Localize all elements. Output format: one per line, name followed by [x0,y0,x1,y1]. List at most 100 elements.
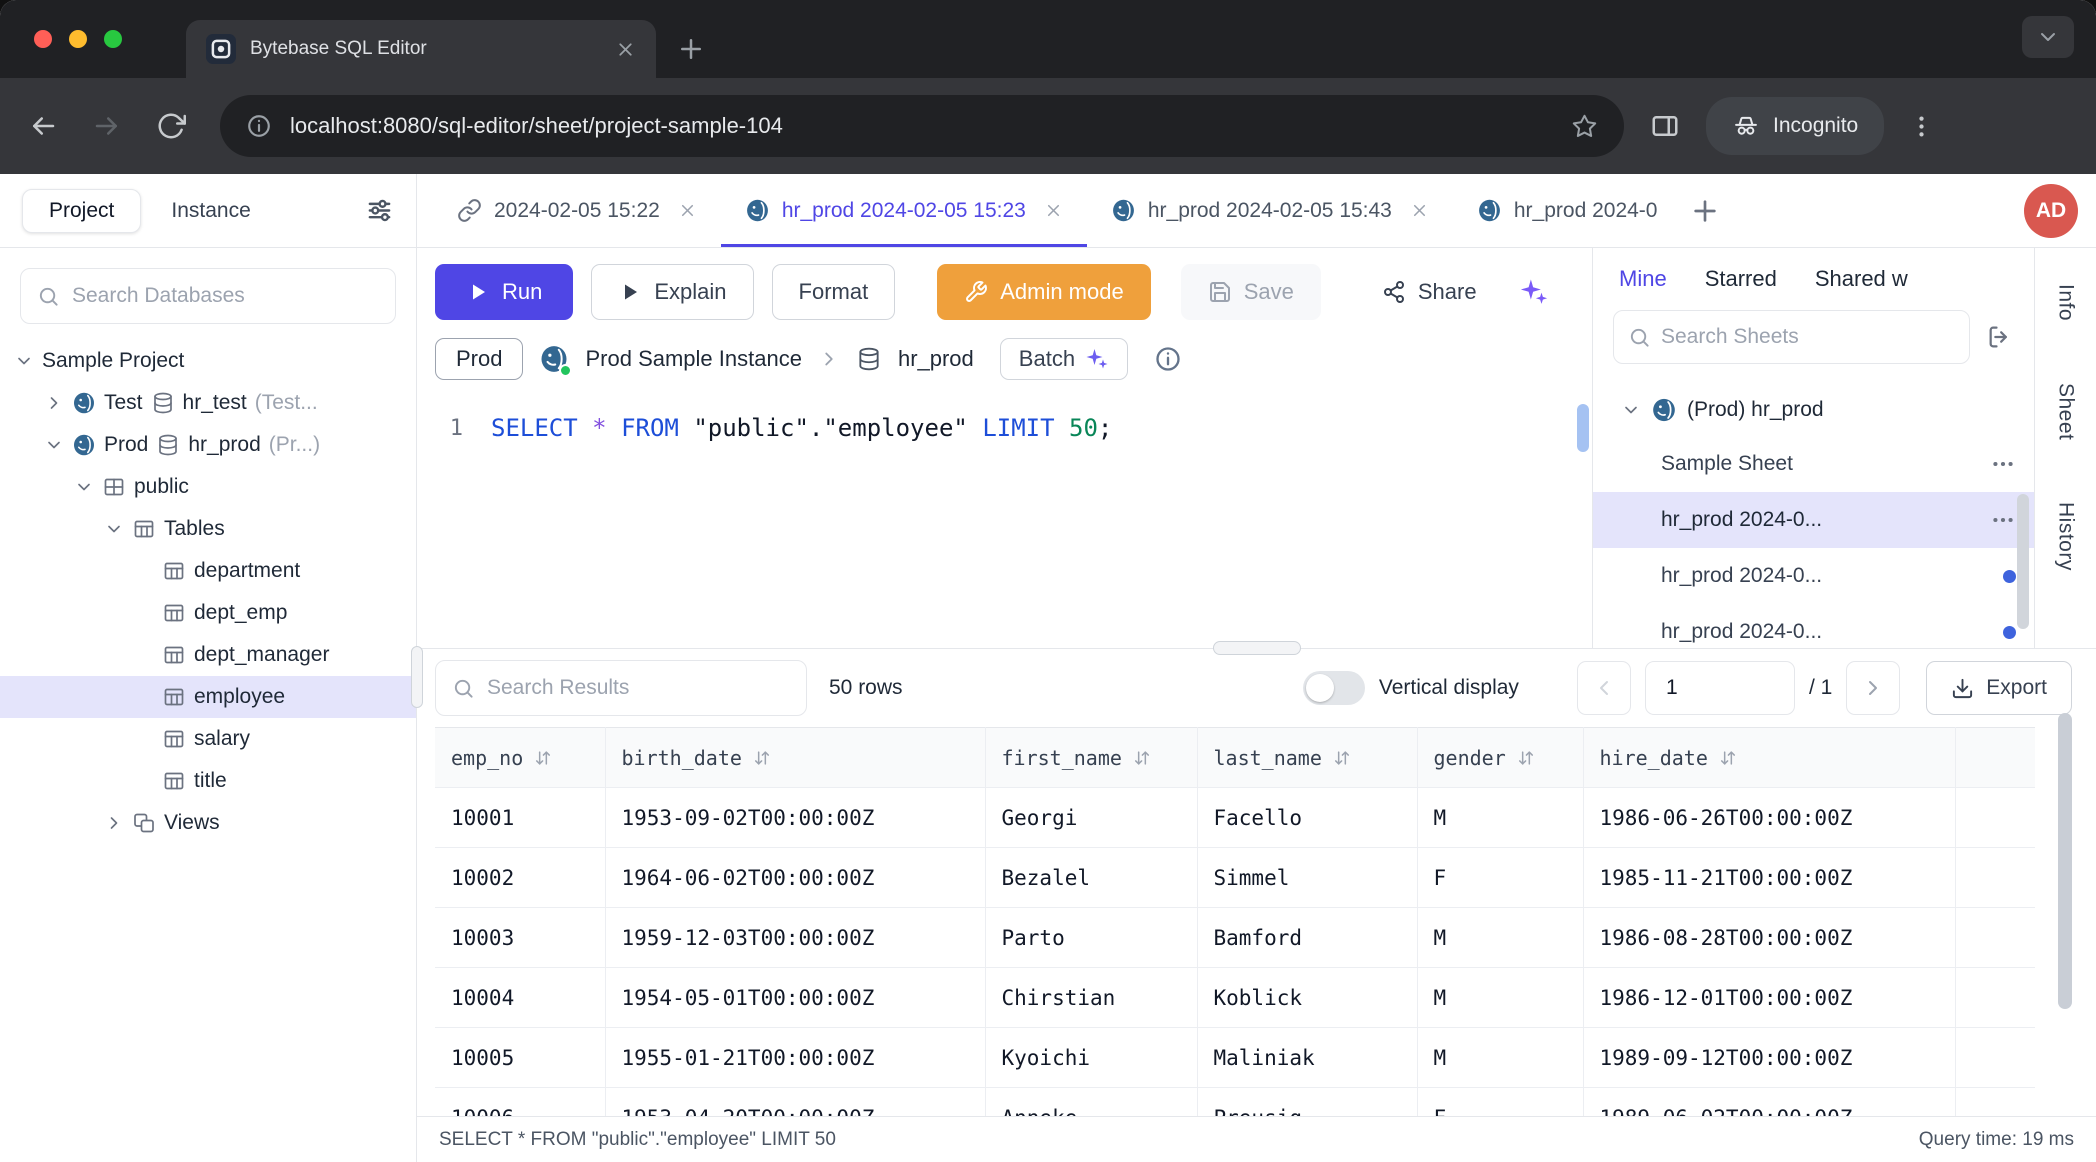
sheet-tab-2024-02-05-15-22[interactable]: 2024-02-05 15:22 [433,174,721,247]
page-number-input[interactable] [1645,661,1795,715]
ai-assistant-button[interactable] [1510,264,1558,320]
tab-starred[interactable]: Starred [1705,266,1777,292]
browser-tab[interactable]: Bytebase SQL Editor [186,20,656,78]
chevron-down-icon[interactable] [104,519,124,539]
tab-instance[interactable]: Instance [171,199,250,223]
sheet-item-sample-sheet[interactable]: Sample Sheet [1593,436,2034,492]
close-sheet-icon[interactable] [1410,201,1429,220]
prev-page-button[interactable] [1577,661,1631,715]
chevron-right-icon[interactable] [44,393,64,413]
table-row[interactable]: 100041954-05-01T00:00:00ZChirstianKoblic… [435,968,2035,1028]
column-header-gender[interactable]: gender [1417,728,1583,788]
minimize-window-button[interactable] [69,30,87,48]
results-scrollbar[interactable] [2058,713,2072,1009]
user-avatar[interactable]: AD [2024,184,2078,238]
close-sheet-icon[interactable] [678,201,697,220]
tree-item-prod[interactable]: Prodhr_prod(Pr...) [0,424,416,466]
format-button[interactable]: Format [772,264,896,320]
tab-mine[interactable]: Mine [1619,266,1667,292]
sheet-tab-hr-prod-2024-02-05-15-23[interactable]: hr_prod 2024-02-05 15:23 [721,174,1087,247]
sort-icon[interactable] [1718,748,1738,768]
tree-item-test[interactable]: Testhr_test(Test... [0,382,416,424]
column-header-last-name[interactable]: last_name [1197,728,1417,788]
table-row[interactable]: 100021964-06-02T00:00:00ZBezalelSimmelF1… [435,848,2035,908]
add-sheet-button[interactable] [1689,195,1721,227]
close-tab-icon[interactable] [615,39,636,60]
sheet-tab-hr-prod-2024-0[interactable]: hr_prod 2024-0 [1453,174,1682,247]
sheet-item-hr-prod-2024-0[interactable]: hr_prod 2024-0... [1593,492,2034,548]
sidebar-resize-handle[interactable] [411,646,423,708]
sort-icon[interactable] [533,748,553,768]
vertical-display-toggle[interactable] [1303,671,1365,705]
column-header-birth-date[interactable]: birth_date [605,728,985,788]
batch-button[interactable]: Batch [1000,338,1128,380]
filter-settings-icon[interactable] [365,196,394,225]
strip-tab-info[interactable]: Info [2054,284,2078,321]
info-icon[interactable] [1154,345,1182,373]
sheet-search-input[interactable] [1661,325,1955,349]
sort-icon[interactable] [1132,748,1152,768]
chevron-down-icon[interactable] [14,351,34,371]
chevron-down-icon[interactable] [44,435,64,455]
side-panel-icon[interactable] [1650,111,1680,141]
new-tab-button[interactable] [676,34,706,64]
close-sheet-icon[interactable] [1044,201,1063,220]
fullscreen-window-button[interactable] [104,30,122,48]
export-button[interactable]: Export [1926,661,2072,715]
tree-item-dept-emp[interactable]: dept_emp [0,592,416,634]
explain-button[interactable]: Explain [591,264,753,320]
tree-item-dept-manager[interactable]: dept_manager [0,634,416,676]
strip-tab-history[interactable]: History [2054,502,2078,571]
sort-icon[interactable] [1332,748,1352,768]
column-header-first-name[interactable]: first_name [985,728,1197,788]
save-button[interactable]: Save [1181,264,1321,320]
results-search-input[interactable] [487,676,790,700]
sheet-item-hr-prod-2024-0[interactable]: hr_prod 2024-0... [1593,604,2034,648]
sheet-item-hr-prod-2024-0[interactable]: hr_prod 2024-0... [1593,548,2034,604]
sheet-group[interactable]: (Prod) hr_prod [1593,384,2034,436]
instance-name[interactable]: Prod Sample Instance [585,346,801,372]
sheet-list-scrollbar[interactable] [2017,494,2029,629]
bookmark-star-icon[interactable] [1571,113,1598,140]
tab-shared[interactable]: Shared w [1815,266,1908,292]
address-bar[interactable]: localhost:8080/sql-editor/sheet/project-… [220,95,1624,157]
table-row[interactable]: 100031959-12-03T00:00:00ZPartoBamfordM19… [435,908,2035,968]
back-button[interactable] [28,111,58,141]
tree-item-salary[interactable]: salary [0,718,416,760]
table-row[interactable]: 100051955-01-21T00:00:00ZKyoichiMaliniak… [435,1028,2035,1088]
strip-tab-sheet[interactable]: Sheet [2054,383,2078,440]
admin-mode-button[interactable]: Admin mode [937,264,1151,320]
collapse-panel-icon[interactable] [1986,323,2014,351]
sheet-more-menu-icon[interactable] [1990,451,2016,477]
column-header-hire-date[interactable]: hire_date [1583,728,1955,788]
column-header-emp-no[interactable]: emp_no [435,728,605,788]
share-button[interactable]: Share [1355,264,1504,320]
reload-button[interactable] [156,111,186,141]
browser-menu-icon[interactable] [1908,113,1935,140]
tree-item-public[interactable]: public [0,466,416,508]
panel-resize-handle[interactable] [1213,641,1301,655]
editor-scrollbar-thumb[interactable] [1577,404,1589,452]
database-name[interactable]: hr_prod [898,346,974,372]
tree-item-title[interactable]: title [0,760,416,802]
close-window-button[interactable] [34,30,52,48]
forward-button[interactable] [92,111,122,141]
sql-editor[interactable]: 1 SELECT * FROM "public"."employee" LIMI… [417,394,1592,648]
table-row[interactable]: 100011953-09-02T00:00:00ZGeorgiFacelloM1… [435,788,2035,848]
site-info-icon[interactable] [246,113,272,139]
next-page-button[interactable] [1846,661,1900,715]
chevron-right-icon[interactable] [104,813,124,833]
sort-icon[interactable] [1516,748,1536,768]
sort-icon[interactable] [752,748,772,768]
tree-item-sample-project[interactable]: Sample Project [0,340,416,382]
tab-search-button[interactable] [2022,16,2074,58]
sheet-more-menu-icon[interactable] [1990,507,2016,533]
tab-project[interactable]: Project [22,189,141,233]
table-row[interactable]: 100061953-04-20T00:00:00ZAnnekePreusigF1… [435,1088,2035,1117]
chevron-down-icon[interactable] [74,477,94,497]
database-search-input[interactable] [72,284,379,308]
run-button[interactable]: Run [435,264,573,320]
tree-item-views[interactable]: Views [0,802,416,844]
sheet-tab-hr-prod-2024-02-05-15-43[interactable]: hr_prod 2024-02-05 15:43 [1087,174,1453,247]
tree-item-employee[interactable]: employee [0,676,416,718]
